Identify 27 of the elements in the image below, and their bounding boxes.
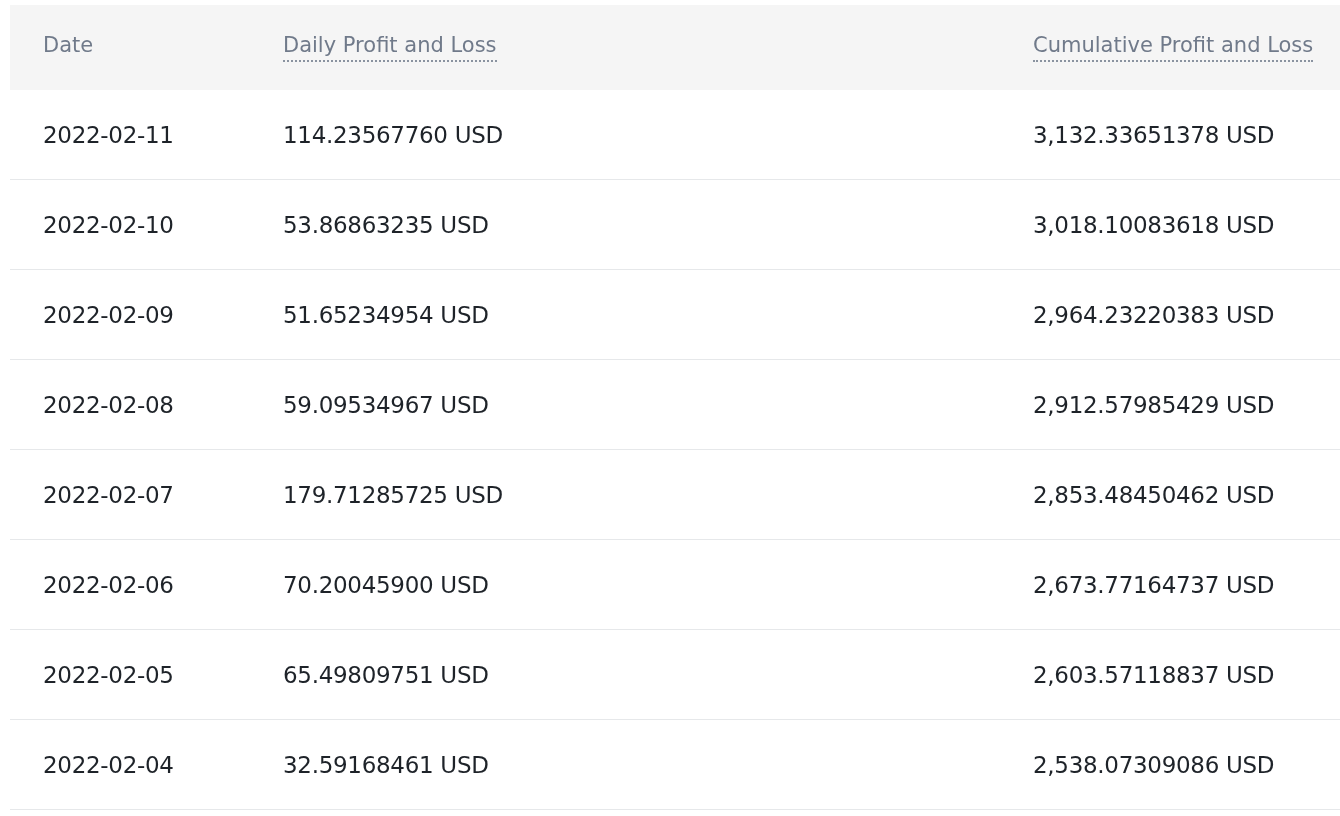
table-cell-text: 70.20045900 USD bbox=[283, 571, 490, 598]
table-cell-text: 2022-02-10 bbox=[43, 211, 175, 238]
table-cell-text: 179.71285725 USD bbox=[283, 481, 504, 508]
table-cell-text: 65.49809751 USD bbox=[283, 661, 490, 688]
table-cell-text: 53.86863235 USD bbox=[283, 211, 490, 238]
table-cell-text: 2022-02-07 bbox=[43, 481, 175, 508]
table-cell-text: 2,673.77164737 USD bbox=[1033, 571, 1276, 598]
table-cell-text: 2022-02-05 bbox=[43, 661, 175, 688]
table-cell-text: 2022-02-08 bbox=[43, 391, 175, 418]
table-cell-text: 51.65234954 USD bbox=[283, 301, 490, 328]
table-cell-text: 32.59168461 USD bbox=[283, 751, 490, 778]
table-cell-text: 2,603.57118837 USD bbox=[1033, 661, 1276, 688]
column-header[interactable]: Daily Profit and Loss bbox=[283, 33, 497, 62]
table-cell-text: 2022-02-04 bbox=[43, 751, 175, 778]
table-cell-text: 114.23567760 USD bbox=[283, 121, 504, 148]
column-header: Date bbox=[43, 33, 94, 59]
table-cell-text: 2,538.07309086 USD bbox=[1033, 751, 1276, 778]
table-cell-text: 2,912.57985429 USD bbox=[1033, 391, 1276, 418]
table-cell-text: 2022-02-09 bbox=[43, 301, 175, 328]
table-cell-text: 3,018.10083618 USD bbox=[1033, 211, 1276, 238]
table-cell-text: 3,132.33651378 USD bbox=[1033, 121, 1276, 148]
table-cell-text: 2,853.48450462 USD bbox=[1033, 481, 1276, 508]
table-cell-text: 2022-02-06 bbox=[43, 571, 175, 598]
table-cell-text: 2022-02-11 bbox=[43, 121, 175, 148]
column-header[interactable]: Cumulative Profit and Loss bbox=[1033, 33, 1314, 62]
table-cell-text: 59.09534967 USD bbox=[283, 391, 490, 418]
table-cell-text: 2,964.23220383 USD bbox=[1033, 301, 1276, 328]
